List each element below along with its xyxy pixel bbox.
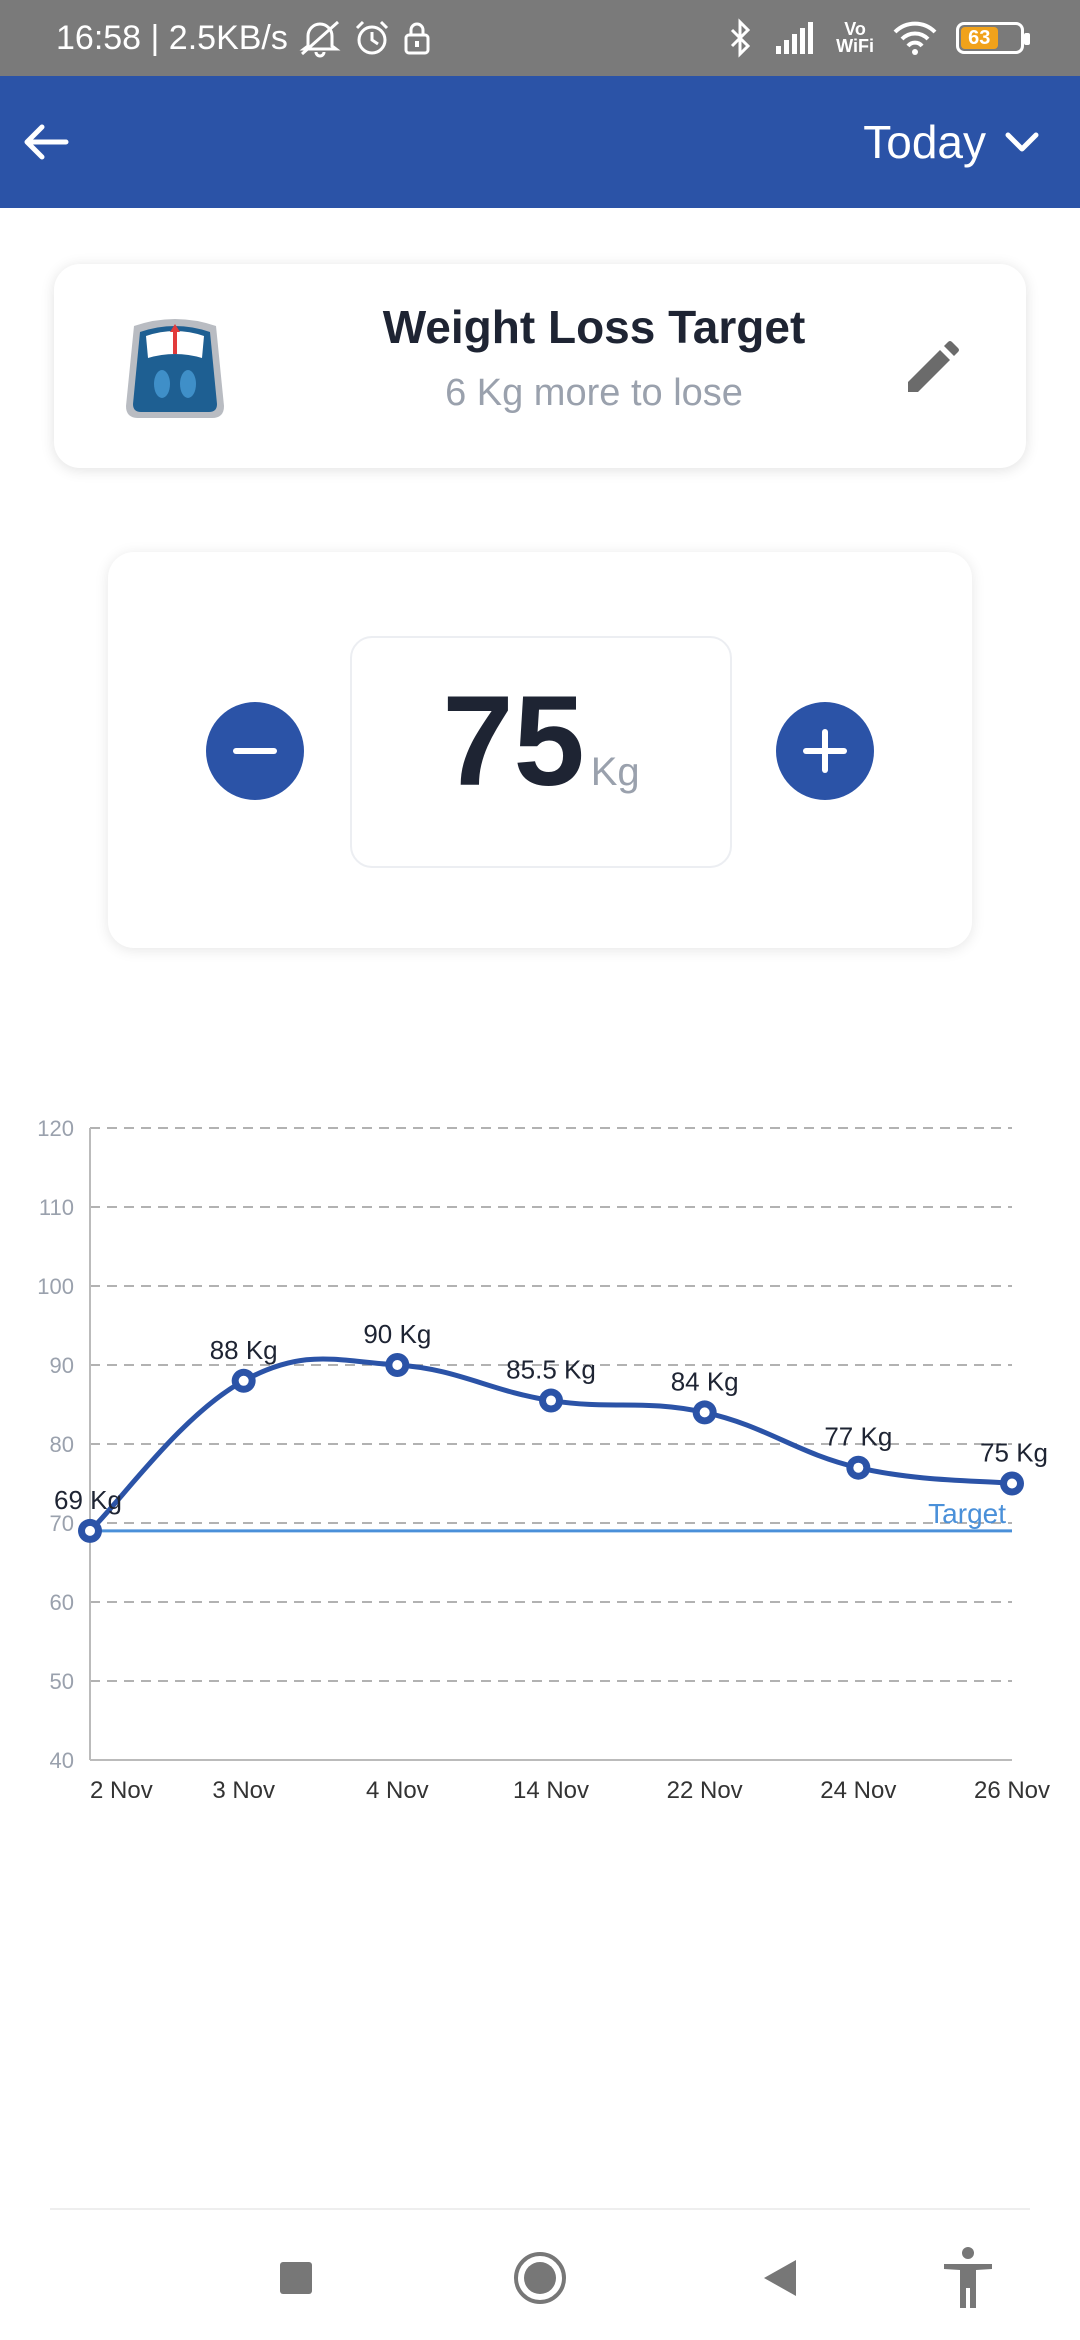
data-point-center xyxy=(238,1375,249,1386)
back-arrow-icon[interactable] xyxy=(22,118,70,166)
y-tick-label: 100 xyxy=(37,1274,74,1299)
weight-target-card: Weight Loss Target 6 Kg more to lose xyxy=(54,264,1026,468)
x-tick-label: 22 Nov xyxy=(667,1777,743,1804)
status-left: 16:58 | 2.5KB/s xyxy=(56,18,432,58)
period-dropdown[interactable]: Today xyxy=(863,115,1058,169)
weight-chart: 40 50 60 70 80 90 100 110 120 2 Nov 3 Nov 4 Nov 14 N… xyxy=(0,1100,1080,1820)
pencil-icon[interactable] xyxy=(902,340,960,398)
x-tick-label: 3 Nov xyxy=(212,1777,275,1804)
y-tick-label: 60 xyxy=(50,1590,74,1615)
data-point-center xyxy=(392,1360,403,1370)
app-bar: Today xyxy=(0,76,1080,208)
y-tick-label: 120 xyxy=(37,1116,74,1141)
y-tick-label: 50 xyxy=(50,1669,74,1694)
x-tick-label: 14 Nov xyxy=(513,1777,589,1804)
wifi-icon xyxy=(892,20,938,56)
weight-input-card: 75 Kg xyxy=(108,552,972,948)
x-tick-label: 24 Nov xyxy=(820,1777,896,1804)
data-label: 85.5 Kg xyxy=(506,1355,596,1385)
data-label: 77 Kg xyxy=(824,1422,892,1452)
lock-icon xyxy=(402,20,432,56)
data-point-center xyxy=(1007,1478,1017,1489)
home-icon[interactable] xyxy=(508,2246,572,2310)
status-bar: 16:58 | 2.5KB/s Vo WiFi 63 xyxy=(0,0,1080,76)
increment-button[interactable] xyxy=(776,702,874,800)
weight-chart-svg: 4050607080901001101202 Nov 3 Nov 4 Nov 14 N… xyxy=(37,1116,1050,1804)
period-label: Today xyxy=(863,116,986,168)
battery-level: 63 xyxy=(961,27,998,49)
data-label: 84 Kg xyxy=(671,1366,739,1396)
target-title: Weight Loss Target xyxy=(382,301,806,353)
scale-icon xyxy=(120,314,230,424)
data-label: 88 Kg xyxy=(210,1335,278,1365)
alarm-icon xyxy=(352,18,392,58)
mute-icon xyxy=(298,18,342,58)
data-point-center xyxy=(546,1395,556,1406)
accessibility-icon[interactable] xyxy=(936,2246,1000,2310)
x-tick-label: 4 Nov xyxy=(366,1777,429,1804)
target-label: Target xyxy=(928,1498,1006,1529)
vowifi-bottom: WiFi xyxy=(836,36,874,56)
data-label: 90 Kg xyxy=(363,1319,431,1349)
y-tick-label: 110 xyxy=(39,1195,74,1220)
target-text: Weight Loss Target 6 Kg more to lose xyxy=(284,300,904,415)
y-tick-label: 90 xyxy=(50,1353,74,1378)
y-tick-label: 40 xyxy=(50,1748,74,1773)
weight-unit: Kg xyxy=(590,750,640,794)
weight-value-box[interactable]: 75 Kg xyxy=(350,636,732,868)
battery-icon: 63 xyxy=(956,22,1030,54)
system-nav-bar xyxy=(0,2210,1080,2340)
y-tick-label: 80 xyxy=(50,1432,74,1457)
minus-icon xyxy=(233,748,277,754)
status-right: Vo WiFi 63 xyxy=(724,18,1030,58)
data-label: 75 Kg xyxy=(980,1438,1048,1468)
x-tick-label: 2 Nov xyxy=(90,1777,153,1804)
status-time-speed: 16:58 | 2.5KB/s xyxy=(56,18,288,57)
target-subtitle: 6 Kg more to lose xyxy=(445,372,743,414)
x-tick-label: 26 Nov xyxy=(974,1777,1050,1804)
plus-icon xyxy=(803,729,847,773)
data-point-center xyxy=(853,1462,864,1473)
data-point-center xyxy=(699,1407,710,1418)
back-icon[interactable] xyxy=(748,2246,812,2310)
chevron-down-icon xyxy=(1005,132,1039,152)
bluetooth-icon xyxy=(724,18,756,58)
decrement-button[interactable] xyxy=(206,702,304,800)
signal-icon xyxy=(774,20,818,56)
data-label: 69 Kg xyxy=(54,1485,122,1515)
weight-value: 75 xyxy=(442,670,585,813)
data-point-center xyxy=(85,1525,95,1536)
recents-icon[interactable] xyxy=(264,2246,328,2310)
vowifi-indicator: Vo WiFi xyxy=(836,20,874,56)
